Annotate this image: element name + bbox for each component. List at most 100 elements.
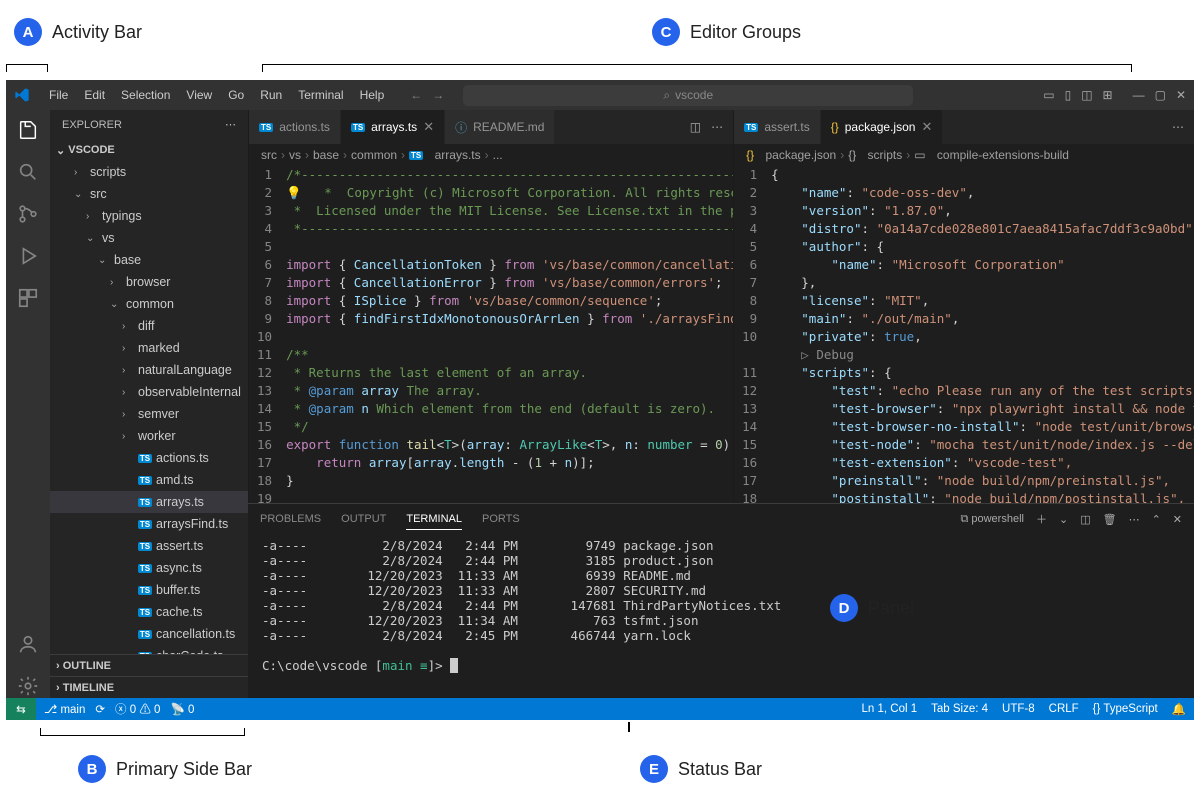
breadcrumb-right[interactable]: {} package.json› {} scripts› ▭ compile-e… [734,144,1194,166]
split-terminal-icon[interactable]: ◫ [1080,513,1090,526]
file-item[interactable]: TScache.ts [50,601,248,623]
split-editor-icon[interactable]: ◫ [690,120,701,134]
debug-icon[interactable] [16,244,40,268]
problems-tab[interactable]: PROBLEMS [260,509,321,529]
file-item[interactable]: TSarrays.ts [50,491,248,513]
panel-tabs: PROBLEMS OUTPUT TERMINAL PORTS ⧉ powersh… [248,504,1194,534]
tab-assert-ts[interactable]: TSassert.ts [734,110,821,144]
file-item[interactable]: TSassert.ts [50,535,248,557]
kill-terminal-icon[interactable]: 🗑 [1103,513,1117,526]
activity-bar [6,110,50,698]
more-icon[interactable]: ⋯ [1172,120,1184,134]
code-editor-left[interactable]: 1234567891011121314151617181920212223 /*… [249,166,733,503]
folder-item[interactable]: ›diff [50,315,248,337]
output-tab[interactable]: OUTPUT [341,509,386,529]
folder-item[interactable]: ›observableInternal [50,381,248,403]
folder-item[interactable]: ⌄common [50,293,248,315]
terminal-dropdown-icon[interactable]: ⌄ [1059,513,1068,526]
sync-icon[interactable]: ⟳ [95,702,105,716]
primary-sidebar: EXPLORER ⋯ ⌄ VSCODE ›scripts⌄src›typings… [50,110,248,698]
command-center[interactable]: ⌕ vscode [463,85,913,106]
explorer-icon[interactable] [16,118,40,142]
extensions-icon[interactable] [16,286,40,310]
file-item[interactable]: TScharCode.ts [50,645,248,654]
folder-item[interactable]: ⌄src [50,183,248,205]
terminal-tab[interactable]: TERMINAL [406,509,462,530]
window-restore-icon[interactable]: ▢ [1155,88,1166,102]
folder-item[interactable]: ⌄vs [50,227,248,249]
code-editor-right[interactable]: 12345678910 111213141516171819202122 { "… [734,166,1194,503]
folder-item[interactable]: ›naturalLanguage [50,359,248,381]
outline-section[interactable]: › OUTLINE [50,654,248,676]
eol[interactable]: CRLF [1049,703,1079,715]
timeline-section[interactable]: › TIMELINE [50,676,248,698]
customize-layout-icon[interactable]: ⊞ [1103,88,1113,102]
folder-item[interactable]: ›marked [50,337,248,359]
file-item[interactable]: TSasync.ts [50,557,248,579]
scm-icon[interactable] [16,202,40,226]
menu-run[interactable]: Run [253,84,289,106]
problems-indicator[interactable]: ⓧ 0 ⚠ 0 [115,701,160,717]
new-terminal-icon[interactable]: ＋ [1036,511,1047,527]
close-icon[interactable]: ✕ [423,119,434,135]
notifications-icon[interactable]: 🔔 [1172,702,1186,716]
panel-toggle-icon[interactable]: ▯ [1065,88,1072,102]
layout-icon[interactable]: ▭ [1043,88,1054,102]
tab-package-json[interactable]: {}package.json✕ [821,110,944,144]
language-mode[interactable]: {} TypeScript [1093,703,1158,715]
more-icon[interactable]: ⋯ [711,120,723,134]
accounts-icon[interactable] [16,632,40,656]
close-icon[interactable]: ✕ [921,119,932,135]
maximize-panel-icon[interactable]: ⌃ [1152,513,1161,526]
sidebar-toggle-icon[interactable]: ◫ [1081,88,1092,102]
folder-item[interactable]: ›worker [50,425,248,447]
tab-size[interactable]: Tab Size: 4 [931,703,988,715]
annotation-e: E Status Bar [640,755,762,783]
menu-file[interactable]: File [42,84,75,106]
terminal-shell-label[interactable]: ⧉ powershell [960,513,1024,526]
file-item[interactable]: TSarraysFind.ts [50,513,248,535]
menu-terminal[interactable]: Terminal [291,84,350,106]
more-icon[interactable]: ⋯ [225,118,236,131]
tab-actions-ts[interactable]: TSactions.ts [249,110,341,144]
tabs-right: TSassert.ts{}package.json✕ ⋯ [734,110,1194,144]
panel: PROBLEMS OUTPUT TERMINAL PORTS ⧉ powersh… [248,503,1194,698]
file-item[interactable]: TScancellation.ts [50,623,248,645]
menu-go[interactable]: Go [221,84,251,106]
nav-arrows: ← → [410,88,444,102]
tab-README-md[interactable]: ⓘREADME.md [445,110,555,144]
menu-edit[interactable]: Edit [77,84,112,106]
title-bar: FileEditSelectionViewGoRunTerminalHelp ←… [6,80,1194,110]
file-item[interactable]: TSactions.ts [50,447,248,469]
window-close-icon[interactable]: ✕ [1176,88,1186,102]
folder-item[interactable]: ›semver [50,403,248,425]
close-panel-icon[interactable]: ✕ [1173,513,1182,526]
ports-indicator[interactable]: 📡 0 [170,702,194,716]
terminal-body[interactable]: -a---- 2/8/2024 2:44 PM 9749 package.jso… [248,534,1194,698]
settings-gear-icon[interactable] [16,674,40,698]
window-minimize-icon[interactable]: — [1133,88,1145,102]
nav-forward-icon[interactable]: → [432,88,444,102]
branch-indicator[interactable]: ⎇ main [44,702,85,716]
search-activity-icon[interactable] [16,160,40,184]
breadcrumb-left[interactable]: src› vs› base› common› TS arrays.ts› ... [249,144,733,166]
folder-item[interactable]: ›browser [50,271,248,293]
menu-selection[interactable]: Selection [114,84,177,106]
menu-help[interactable]: Help [353,84,392,106]
panel-more-icon[interactable]: ⋯ [1129,513,1140,526]
menu-view[interactable]: View [179,84,219,106]
ports-tab[interactable]: PORTS [482,509,520,529]
menubar: FileEditSelectionViewGoRunTerminalHelp [42,84,391,106]
file-item[interactable]: TSamd.ts [50,469,248,491]
folder-item[interactable]: ⌄base [50,249,248,271]
nav-back-icon[interactable]: ← [410,88,422,102]
file-item[interactable]: TSbuffer.ts [50,579,248,601]
annotation-d: D Panel [830,594,914,622]
folder-item[interactable]: ›scripts [50,161,248,183]
cursor-position[interactable]: Ln 1, Col 1 [862,703,918,715]
folder-root[interactable]: ⌄ VSCODE [50,139,248,161]
encoding[interactable]: UTF-8 [1002,703,1035,715]
remote-indicator[interactable]: ⇆ [6,698,36,720]
folder-item[interactable]: ›typings [50,205,248,227]
tab-arrays-ts[interactable]: TSarrays.ts✕ [341,110,445,144]
